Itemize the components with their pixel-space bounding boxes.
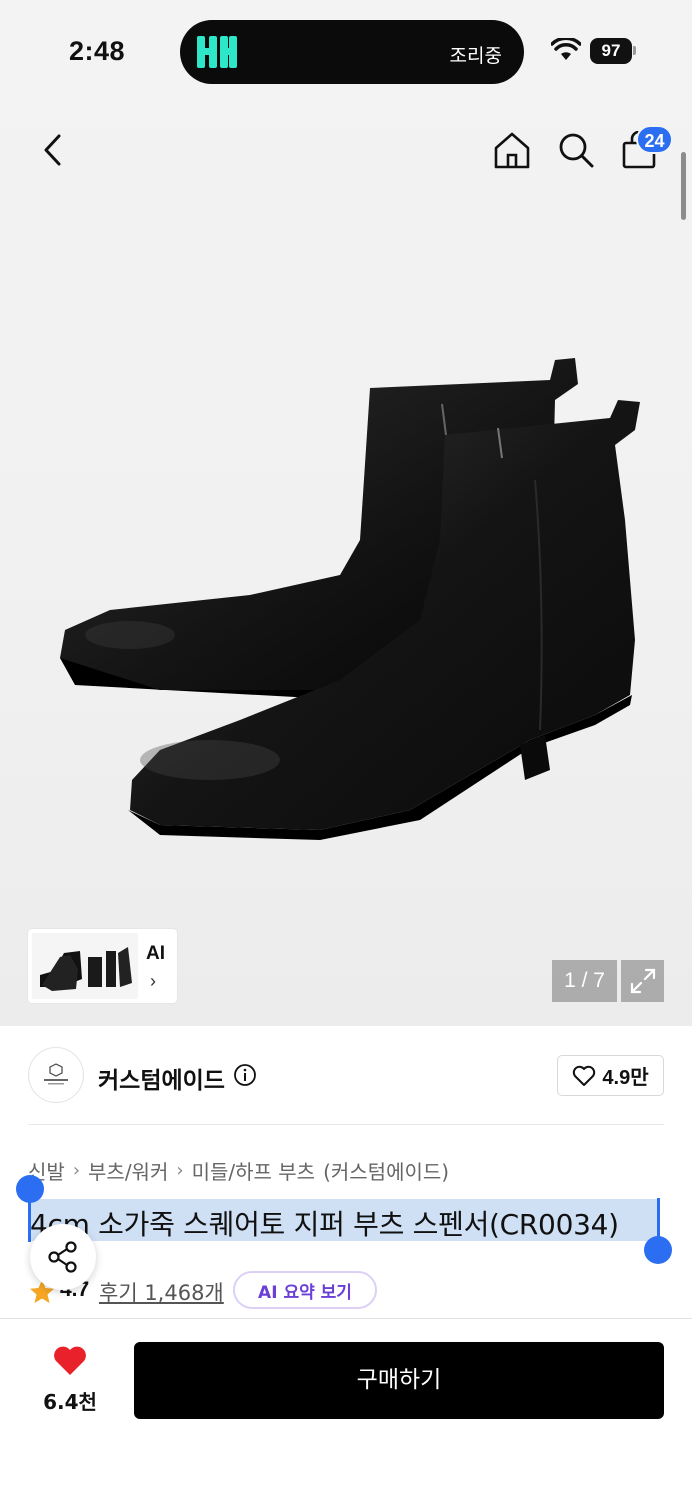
selection-end-handle[interactable]	[644, 1236, 672, 1264]
expand-image-button[interactable]	[621, 960, 664, 1002]
buy-button[interactable]: 구매하기	[134, 1342, 664, 1419]
image-counter: 1 / 7	[552, 960, 617, 1002]
breadcrumb-item[interactable]: 미들/하프 부츠	[192, 1156, 316, 1185]
boots-thumbnail-icon	[40, 947, 132, 991]
ai-summary-button[interactable]: AI 요약 보기	[233, 1271, 377, 1309]
ai-thumbnail-card[interactable]: AI ›	[28, 929, 177, 1003]
product-title[interactable]: 4cm 소가죽 스퀘어토 지퍼 부츠 스펜서(CR0034)	[30, 1203, 619, 1243]
chevron-left-icon	[44, 134, 61, 166]
back-button[interactable]	[30, 128, 74, 172]
wifi-icon	[551, 38, 581, 60]
brand-name[interactable]: 커스텀에이드	[98, 1061, 225, 1095]
scrollbar[interactable]	[681, 152, 686, 220]
home-button[interactable]	[490, 128, 534, 172]
brand-like-button[interactable]: 4.9만	[557, 1055, 664, 1096]
share-button[interactable]	[30, 1224, 96, 1290]
chevron-right-icon: ›	[72, 1160, 81, 1181]
selection-start-handle[interactable]	[16, 1175, 44, 1203]
product-photo	[60, 358, 640, 840]
brand-logo-icon	[44, 1063, 68, 1085]
cart-count-badge: 24	[636, 125, 673, 154]
island-status-text: 조리중	[449, 45, 502, 67]
reviews-link[interactable]: 후기 1,468개	[99, 1277, 224, 1307]
thumbnail-ai-label: AI	[146, 943, 165, 964]
divider	[28, 1124, 664, 1125]
wishlist-count: 6.4천	[43, 1390, 97, 1414]
app-logo-icon	[197, 36, 237, 68]
battery-tip	[633, 46, 636, 55]
search-button[interactable]	[554, 128, 598, 172]
search-icon	[559, 133, 594, 168]
brand-logo[interactable]	[28, 1047, 84, 1103]
status-time: 2:48	[69, 36, 126, 66]
breadcrumb-brand[interactable]: (커스텀에이드)	[323, 1156, 449, 1185]
brand-like-count: 4.9만	[602, 1067, 649, 1089]
info-icon[interactable]	[233, 1063, 257, 1087]
share-icon	[48, 1241, 77, 1273]
heart-outline-icon	[573, 1065, 596, 1086]
thumbnail-image	[32, 933, 138, 999]
heart-filled-icon	[54, 1346, 86, 1375]
chevron-right-icon: ›	[150, 971, 156, 991]
product-image-area[interactable]: 2:48 조리중 97 24 AI › 1 / 7	[0, 0, 692, 1026]
breadcrumb: 신발 › 부츠/워커 › 미들/하프 부츠 (커스텀에이드)	[28, 1156, 449, 1185]
chevron-right-icon: ›	[176, 1160, 184, 1181]
expand-icon	[630, 968, 655, 994]
dynamic-island[interactable]: 조리중	[180, 20, 524, 84]
home-icon	[494, 132, 530, 169]
battery-indicator: 97	[590, 38, 632, 64]
bottom-bar-divider	[0, 1318, 692, 1319]
breadcrumb-item[interactable]: 부츠/워커	[88, 1156, 168, 1185]
